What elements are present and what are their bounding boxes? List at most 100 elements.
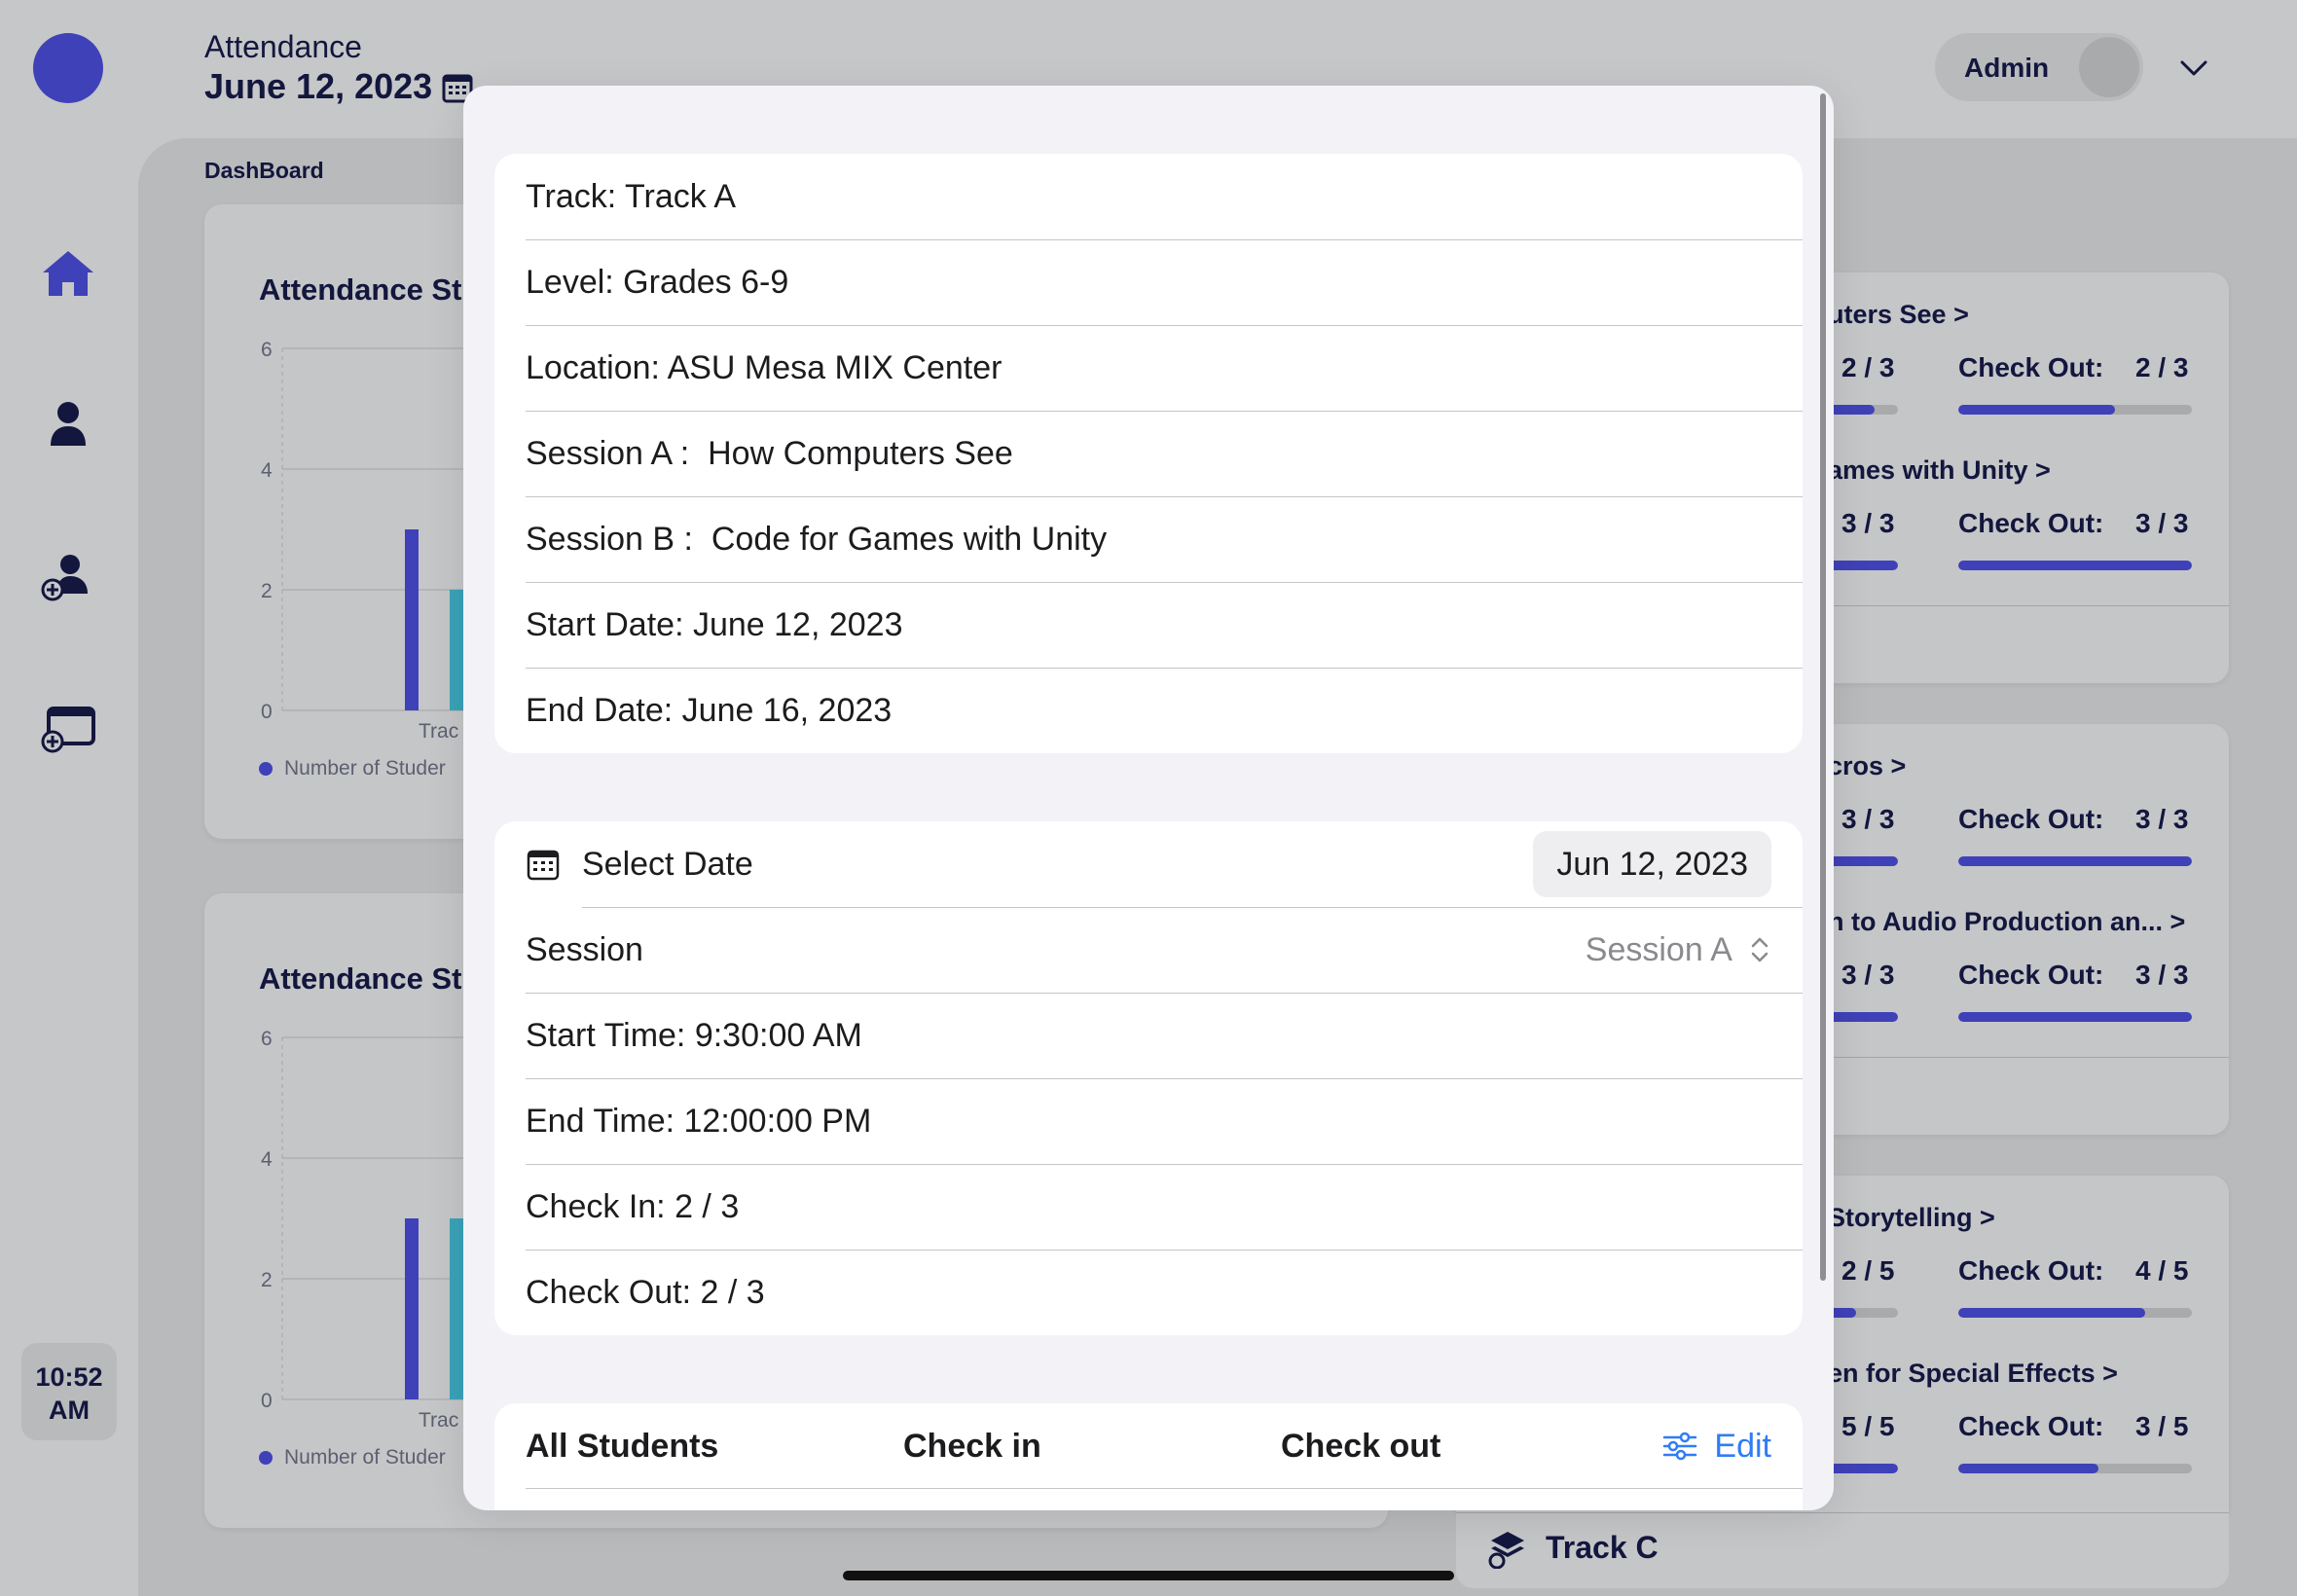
legend-dot xyxy=(259,762,273,777)
add-device-icon[interactable] xyxy=(39,701,97,755)
session-a-text: Session A : How Computers See xyxy=(526,434,1013,472)
students-table: All Students Check in Check out Edit xyxy=(494,1403,1803,1510)
check-out-progress xyxy=(1958,1012,2192,1022)
end-time-text: End Time: 12:00:00 PM xyxy=(526,1102,872,1140)
check-out-row: Check Out: 2 / 3 xyxy=(494,1250,1803,1335)
check-out-value: 3 / 5 xyxy=(2135,1411,2189,1441)
layers-icon xyxy=(1488,1532,1524,1569)
avatar[interactable] xyxy=(2079,37,2139,97)
y-tick-label: 0 xyxy=(261,1390,273,1412)
session-title[interactable]: ames with Unity > xyxy=(1828,455,2051,486)
add-person-icon[interactable] xyxy=(39,549,97,603)
bar xyxy=(450,590,463,710)
chevron-updown-icon xyxy=(1751,937,1768,962)
check-out-label: Check Out: xyxy=(1958,352,2104,382)
check-in-value: 5 / 5 xyxy=(1841,1411,1895,1441)
legend-label: Number of Studer xyxy=(284,1446,446,1469)
start-time-text: Start Time: 9:30:00 AM xyxy=(526,1016,862,1054)
col-header-check-out: Check out xyxy=(1281,1427,1441,1465)
check-out-label: Check Out: xyxy=(1958,960,2104,990)
progress-fill xyxy=(1958,1012,2192,1022)
check-out-progress xyxy=(1958,561,2192,570)
progress-fill xyxy=(1828,1464,1898,1473)
progress-fill xyxy=(1958,405,2115,415)
legend-dot xyxy=(259,1451,273,1466)
progress-fill xyxy=(1958,1308,2145,1318)
table-header: All Students Check in Check out Edit xyxy=(494,1403,1803,1489)
dashboard-label: DashBoard xyxy=(204,158,324,183)
check-in-value: 2 / 3 xyxy=(1841,352,1895,382)
bar xyxy=(405,529,419,710)
check-out-label: Check Out: xyxy=(1958,1411,2104,1441)
check-out-progress xyxy=(1958,405,2192,415)
end-time-row: End Time: 12:00:00 PM xyxy=(494,1078,1803,1164)
session-title[interactable]: uters See > xyxy=(1828,300,1969,330)
progress-fill xyxy=(1828,561,1898,570)
session-picker[interactable]: Session A xyxy=(1586,931,1771,969)
check-out-value: 4 / 5 xyxy=(2135,1255,2189,1286)
x-tick-label: Trac xyxy=(419,1409,459,1432)
clock-ampm: AM xyxy=(49,1396,90,1425)
check-in-progress xyxy=(1828,561,1898,570)
select-date-label: Select Date xyxy=(582,845,753,883)
home-icon[interactable] xyxy=(39,245,97,300)
track-info-group: Track: Track A Level: Grades 6-9 Locatio… xyxy=(494,154,1803,753)
check-out-label: Check Out: xyxy=(1958,1255,2104,1286)
app-logo xyxy=(33,33,103,103)
session-b-row: Session B : Code for Games with Unity xyxy=(494,496,1803,582)
track-row: Track: Track A xyxy=(494,154,1803,239)
check-in-progress xyxy=(1828,856,1898,866)
start-date-text: Start Date: June 12, 2023 xyxy=(526,605,903,643)
y-tick-label: 6 xyxy=(261,1028,273,1050)
end-date-row: End Date: June 16, 2023 xyxy=(494,668,1803,753)
session-title[interactable]: n to Audio Production an... > xyxy=(1828,907,2185,937)
check-out-progress xyxy=(1958,856,2192,866)
legend-label: Number of Studer xyxy=(284,757,446,780)
y-tick-label: 4 xyxy=(261,1148,273,1171)
start-time-row: Start Time: 9:30:00 AM xyxy=(494,993,1803,1078)
session-b-text: Session B : Code for Games with Unity xyxy=(526,520,1108,558)
x-tick-label: Trac xyxy=(419,720,459,743)
scrollbar[interactable] xyxy=(1820,93,1826,1281)
edit-button[interactable]: Edit xyxy=(1661,1428,1771,1466)
track-c-row[interactable]: Track C xyxy=(1456,1514,2229,1588)
level-row: Level: Grades 6-9 xyxy=(494,239,1803,325)
check-in-value: 3 / 3 xyxy=(1841,804,1895,834)
end-date-text: End Date: June 16, 2023 xyxy=(526,691,893,729)
session-label: Session xyxy=(526,930,643,968)
check-in-progress xyxy=(1828,405,1898,415)
session-title[interactable]: en for Special Effects > xyxy=(1828,1359,2118,1389)
select-date-row: Select Date Jun 12, 2023 xyxy=(494,821,1803,907)
session-title[interactable]: cros > xyxy=(1828,751,1906,781)
check-in-row: Check In: 2 / 3 xyxy=(494,1164,1803,1250)
check-out-label: Check Out: xyxy=(1958,804,2104,834)
check-out-value: 3 / 3 xyxy=(2135,960,2189,990)
check-out-progress xyxy=(1958,1308,2192,1318)
home-indicator[interactable] xyxy=(843,1571,1454,1580)
progress-fill xyxy=(1958,856,2192,866)
divider xyxy=(1456,1512,2229,1513)
check-in-progress xyxy=(1828,1464,1898,1473)
check-out-value: 3 / 3 xyxy=(2135,508,2189,538)
check-out-value: 2 / 3 xyxy=(2135,352,2189,382)
session-picker-value: Session A xyxy=(1585,930,1732,968)
location-text: Location: ASU Mesa MIX Center xyxy=(526,348,1003,386)
y-tick-label: 4 xyxy=(261,459,273,482)
session-title[interactable]: Storytelling > xyxy=(1828,1203,1995,1233)
session-group: Select Date Jun 12, 2023 Session Session… xyxy=(494,821,1803,1335)
check-in-progress xyxy=(1828,1012,1898,1022)
chevron-down-icon[interactable] xyxy=(2176,53,2211,84)
check-in-value: 3 / 3 xyxy=(1841,960,1895,990)
progress-fill xyxy=(1958,561,2192,570)
page-title: Attendance xyxy=(204,29,362,64)
check-out-label: Check Out: xyxy=(1958,508,2104,538)
bar xyxy=(405,1218,419,1399)
check-in-text: Check In: 2 / 3 xyxy=(526,1187,740,1225)
person-icon[interactable] xyxy=(39,397,97,452)
date-picker-button[interactable]: Jun 12, 2023 xyxy=(1533,831,1771,897)
session-a-row: Session A : How Computers See xyxy=(494,411,1803,496)
track-text: Track: Track A xyxy=(526,177,737,215)
start-date-row: Start Date: June 12, 2023 xyxy=(494,582,1803,668)
current-date: June 12, 2023 xyxy=(204,66,433,106)
check-out-value: 3 / 3 xyxy=(2135,804,2189,834)
